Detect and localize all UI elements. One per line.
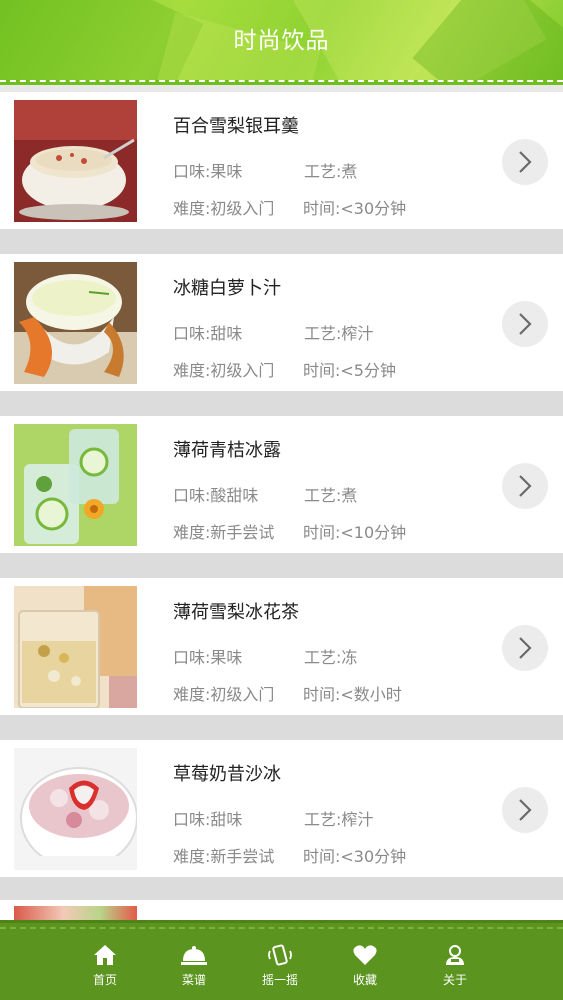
- drink-list: 百合雪梨银耳羹 口味:果味 工艺:煮 难度:初级入门 时间:<30分钟 冰糖白萝…: [0, 92, 563, 902]
- difficulty-label: 难度:初级入门: [173, 685, 275, 704]
- taste-label: 口味:酸甜味: [173, 486, 259, 505]
- taste-label: 口味:甜味: [173, 810, 243, 829]
- open-detail-button[interactable]: [502, 787, 548, 833]
- time-label: 时间:<5分钟: [303, 361, 396, 380]
- drink-title: 冰糖白萝卜汁: [173, 278, 281, 299]
- heart-icon: [353, 945, 377, 965]
- open-detail-button[interactable]: [502, 625, 548, 671]
- bottom-tab-bar: 首页 菜谱 摇一摇 收藏 关于: [0, 920, 563, 1000]
- tab-label: 收藏: [352, 973, 377, 987]
- difficulty-label: 难度:初级入门: [173, 361, 275, 380]
- craft-label: 工艺:榨汁: [304, 810, 374, 829]
- time-label: 时间:<10分钟: [303, 523, 407, 542]
- difficulty-label: 难度:新手尝试: [173, 847, 275, 866]
- tab-about[interactable]: 关于: [425, 943, 485, 988]
- drink-photo: [14, 262, 137, 384]
- chevron-right-icon: [519, 799, 532, 821]
- difficulty-label: 难度:新手尝试: [173, 523, 275, 542]
- drink-title: 草莓奶昔沙冰: [173, 764, 281, 785]
- chevron-right-icon: [519, 313, 532, 335]
- drink-title: 百合雪梨银耳羹: [173, 116, 299, 137]
- list-item[interactable]: 草莓奶昔沙冰 口味:甜味 工艺:榨汁 难度:新手尝试 时间:<30分钟: [0, 740, 563, 877]
- tab-shake[interactable]: 摇一摇: [250, 943, 310, 988]
- tab-home[interactable]: 首页: [75, 943, 135, 988]
- drink-photo: [14, 586, 137, 708]
- list-item[interactable]: 冰糖白萝卜汁 口味:甜味 工艺:榨汁 难度:初级入门 时间:<5分钟: [0, 254, 563, 391]
- drink-title: 薄荷雪梨冰花茶: [173, 602, 299, 623]
- home-icon: [94, 945, 116, 965]
- craft-label: 工艺:榨汁: [304, 324, 374, 343]
- tab-label: 摇一摇: [261, 973, 298, 987]
- tab-favorites[interactable]: 收藏: [335, 943, 395, 988]
- tab-label: 菜谱: [181, 973, 206, 987]
- chevron-right-icon: [519, 637, 532, 659]
- chevron-right-icon: [519, 475, 532, 497]
- taste-label: 口味:果味: [173, 648, 243, 667]
- tab-label: 关于: [442, 973, 467, 987]
- open-detail-button[interactable]: [502, 463, 548, 509]
- shake-phone-icon: [268, 944, 292, 966]
- craft-label: 工艺:煮: [304, 162, 358, 181]
- chevron-right-icon: [519, 151, 532, 173]
- list-item[interactable]: 薄荷雪梨冰花茶 口味:果味 工艺:冻 难度:初级入门 时间:<数小时: [0, 578, 563, 715]
- time-label: 时间:<30分钟: [303, 847, 407, 866]
- time-label: 时间:<数小时: [303, 685, 402, 704]
- drink-photo: [14, 748, 137, 870]
- list-item[interactable]: 百合雪梨银耳羹 口味:果味 工艺:煮 难度:初级入门 时间:<30分钟: [0, 92, 563, 229]
- drink-photo: [14, 424, 137, 546]
- page-title: 时尚饮品: [233, 28, 330, 54]
- chef-person-icon: [446, 945, 464, 965]
- craft-label: 工艺:煮: [304, 486, 358, 505]
- time-label: 时间:<30分钟: [303, 199, 407, 218]
- difficulty-label: 难度:初级入门: [173, 199, 275, 218]
- app-header: 时尚饮品: [0, 0, 563, 80]
- open-detail-button[interactable]: [502, 301, 548, 347]
- tab-recipes[interactable]: 菜谱: [164, 943, 224, 988]
- tab-label: 首页: [92, 973, 117, 987]
- open-detail-button[interactable]: [502, 139, 548, 185]
- list-item[interactable]: 薄荷青桔冰露 口味:酸甜味 工艺:煮 难度:新手尝试 时间:<10分钟: [0, 416, 563, 553]
- drink-photo: [14, 100, 137, 222]
- taste-label: 口味:果味: [173, 162, 243, 181]
- taste-label: 口味:甜味: [173, 324, 243, 343]
- cloche-icon: [181, 946, 207, 965]
- drink-photo-partial: [14, 906, 137, 920]
- drink-title: 薄荷青桔冰露: [173, 440, 281, 461]
- craft-label: 工艺:冻: [304, 648, 358, 667]
